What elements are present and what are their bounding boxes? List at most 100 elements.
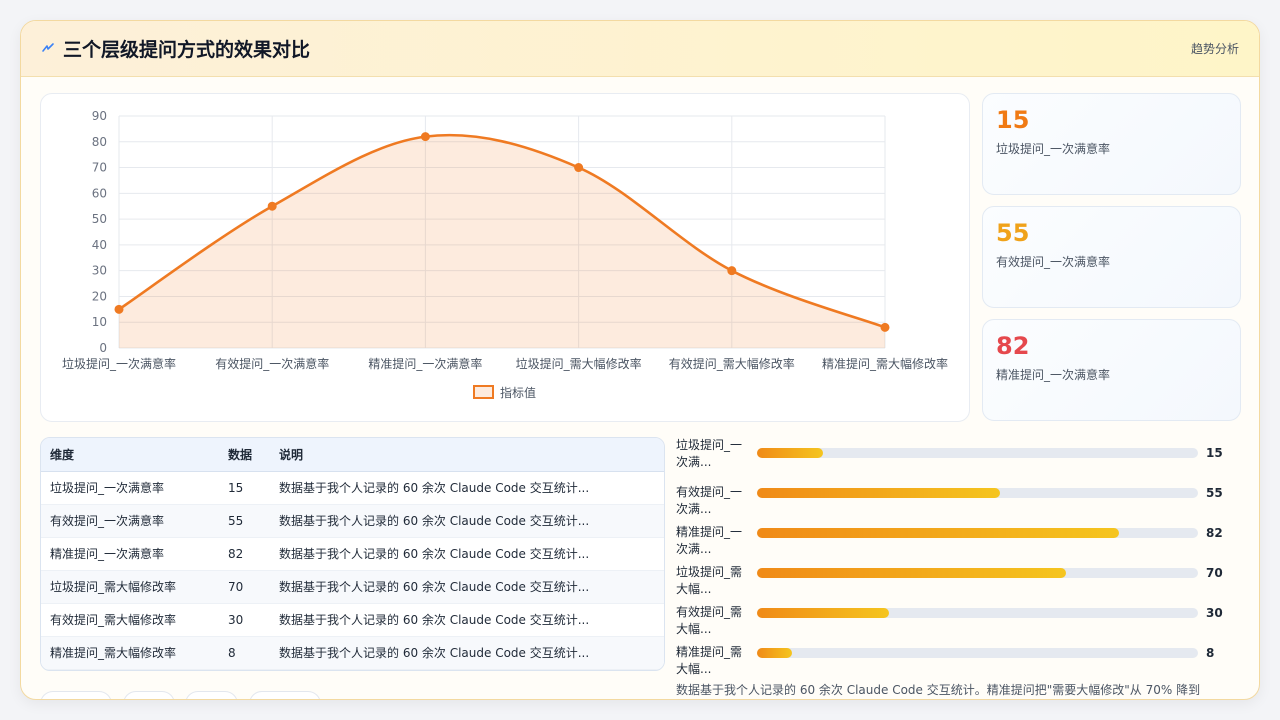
filter-pill[interactable] [185, 691, 238, 699]
y-tick-label: 70 [92, 161, 107, 175]
progress-fill [757, 488, 1000, 498]
x-tick-label: 有效提问_需大幅修改率 [669, 356, 795, 371]
stat-card-3: 82 精准提问_一次满意率 [982, 319, 1241, 421]
stat-value: 82 [996, 332, 1030, 360]
table-row[interactable]: 垃圾提问_需大幅修改率 70 数据基于我个人记录的 60 余次 Claude C… [41, 570, 664, 603]
trend-analysis-label[interactable]: 趋势分析 [1191, 40, 1239, 57]
y-tick-label: 40 [92, 238, 107, 252]
progress-fill [757, 608, 890, 618]
stat-card-2: 55 有效提问_一次满意率 [982, 206, 1241, 308]
table-row[interactable]: 精准提问_一次满意率 82 数据基于我个人记录的 60 余次 Claude Co… [41, 537, 664, 570]
cell-data: 15 [228, 480, 244, 495]
line-chart: 0 10 20 30 40 50 60 70 80 90 垃圾提问_一次满意率 有效提问_一次满意率 精… [62, 109, 948, 400]
progress-value: 55 [1206, 486, 1223, 500]
column-header-description[interactable]: 说明 [270, 438, 664, 472]
x-tick-label: 精准提问_一次满意率 [368, 356, 482, 371]
cell-dimension: 精准提问_需大幅修改率 [50, 646, 177, 660]
progress-bar-row: 有效提问_需 大幅... 30 [676, 604, 1236, 640]
column-header-dimension[interactable]: 维度 [41, 438, 219, 472]
progress-value: 15 [1206, 446, 1223, 460]
cell-description: 数据基于我个人记录的 60 余次 Claude Code 交互统计... [279, 646, 590, 660]
cell-dimension: 精准提问_一次满意率 [50, 547, 165, 561]
data-point [114, 304, 124, 314]
progress-fill [757, 568, 1066, 578]
stat-value: 55 [996, 219, 1030, 247]
data-point [420, 132, 430, 142]
legend-label: 指标值 [500, 385, 536, 400]
y-tick-label: 10 [92, 315, 107, 329]
y-tick-label: 30 [92, 264, 107, 278]
cell-dimension: 垃圾提问_需大幅修改率 [50, 580, 177, 594]
cell-data: 30 [228, 612, 244, 627]
progress-bar-row: 有效提问_一 次满... 55 [676, 484, 1236, 520]
column-header-data[interactable]: 数据 [219, 438, 270, 472]
data-point [267, 201, 277, 211]
progress-track [757, 528, 1198, 538]
x-tick-label: 垃圾提问_需大幅修改率 [516, 356, 642, 371]
y-tick-label: 0 [99, 341, 107, 355]
cell-description: 数据基于我个人记录的 60 余次 Claude Code 交互统计... [279, 547, 590, 561]
progress-bar-row: 精准提问_一 次满... 82 [676, 524, 1236, 560]
x-tick-label: 精准提问_需大幅修改率 [822, 356, 948, 371]
stat-card-1: 15 垃圾提问_一次满意率 [982, 93, 1241, 195]
y-tick-label: 80 [92, 135, 107, 149]
cell-dimension: 垃圾提问_一次满意率 [50, 481, 165, 495]
cell-data: 70 [228, 579, 244, 594]
cell-description: 数据基于我个人记录的 60 余次 Claude Code 交互统计... [279, 514, 590, 528]
data-point [880, 322, 890, 332]
x-tick-label: 垃圾提问_一次满意率 [62, 356, 176, 371]
table-row[interactable]: 精准提问_需大幅修改率 8 数据基于我个人记录的 60 余次 Claude Co… [41, 636, 664, 669]
y-tick-label: 50 [92, 212, 107, 226]
progress-value: 8 [1206, 646, 1215, 660]
stat-label: 垃圾提问_一次满意率 [996, 142, 1111, 156]
x-tick-label: 有效提问_一次满意率 [215, 356, 329, 371]
table-row[interactable]: 有效提问_一次满意率 55 数据基于我个人记录的 60 余次 Claude Co… [41, 504, 664, 537]
filter-pill[interactable] [40, 691, 112, 699]
progress-track [757, 568, 1198, 578]
progress-bar-list: 垃圾提问_一 次满... 15 有效提问_一 次满... 55 精准提问_一 次满..… [676, 437, 1236, 676]
cell-data: 82 [228, 546, 244, 561]
filter-pill[interactable] [123, 691, 175, 699]
progress-track [757, 448, 1198, 458]
table-row[interactable]: 有效提问_需大幅修改率 30 数据基于我个人记录的 60 余次 Claude C… [41, 603, 664, 636]
lightning-icon [42, 43, 54, 52]
card-header: 三个层级提问方式的效果对比 趋势分析 [21, 21, 1259, 77]
progress-bar-label: 有效提问_需 大幅... [676, 605, 743, 636]
progress-fill [757, 528, 1119, 538]
progress-fill [757, 448, 824, 458]
progress-bar-label: 垃圾提问_一 次满... [676, 438, 743, 469]
cell-dimension: 有效提问_需大幅修改率 [50, 613, 177, 627]
cell-description: 数据基于我个人记录的 60 余次 Claude Code 交互统计... [279, 481, 590, 495]
table-row[interactable]: 垃圾提问_一次满意率 15 数据基于我个人记录的 60 余次 Claude Co… [41, 471, 664, 504]
table-header-row: 维度 数据 说明 [41, 438, 664, 472]
progress-bar-label: 有效提问_一 次满... [676, 485, 743, 516]
dashboard-card: 三个层级提问方式的效果对比 趋势分析 0 10 20 30 40 50 60 70 80 90 垃圾… [20, 20, 1260, 700]
progress-bar-row: 精准提问_需 大幅... 8 [676, 644, 1236, 680]
data-point [727, 266, 737, 276]
stat-label: 精准提问_一次满意率 [996, 368, 1111, 382]
progress-track [757, 608, 1198, 618]
progress-bar-label: 垃圾提问_需 大幅... [676, 565, 743, 596]
cell-data: 8 [228, 645, 236, 660]
progress-bar-label: 精准提问_需 大幅... [676, 645, 743, 676]
progress-track [757, 488, 1198, 498]
stat-label: 有效提问_一次满意率 [996, 255, 1111, 269]
progress-bar-label: 精准提问_一 次满... [676, 525, 743, 556]
data-table: 维度 数据 说明 垃圾提问_一次满意率 15 数据基于我个人记录的 60 余次 … [41, 438, 664, 670]
progress-track [757, 648, 1198, 658]
cell-description: 数据基于我个人记录的 60 余次 Claude Code 交互统计... [279, 580, 590, 594]
data-point [574, 163, 584, 173]
page-title: 三个层级提问方式的效果对比 [63, 39, 311, 61]
cell-description: 数据基于我个人记录的 60 余次 Claude Code 交互统计... [279, 613, 590, 627]
y-tick-label: 20 [92, 289, 107, 303]
series-area [119, 135, 885, 348]
progress-bar-row: 垃圾提问_一 次满... 15 [676, 437, 1236, 473]
cell-dimension: 有效提问_一次满意率 [50, 514, 165, 528]
chart-panel: 0 10 20 30 40 50 60 70 80 90 垃圾提问_一次满意率 有效提问_一次满意率 精… [40, 93, 970, 422]
progress-bar-row: 垃圾提问_需 大幅... 70 [676, 564, 1236, 600]
progress-value: 30 [1206, 606, 1223, 620]
progress-value: 82 [1206, 526, 1223, 540]
y-tick-label: 60 [92, 186, 107, 200]
filter-pill[interactable] [249, 691, 321, 699]
data-table-panel: 维度 数据 说明 垃圾提问_一次满意率 15 数据基于我个人记录的 60 余次 … [40, 437, 665, 671]
